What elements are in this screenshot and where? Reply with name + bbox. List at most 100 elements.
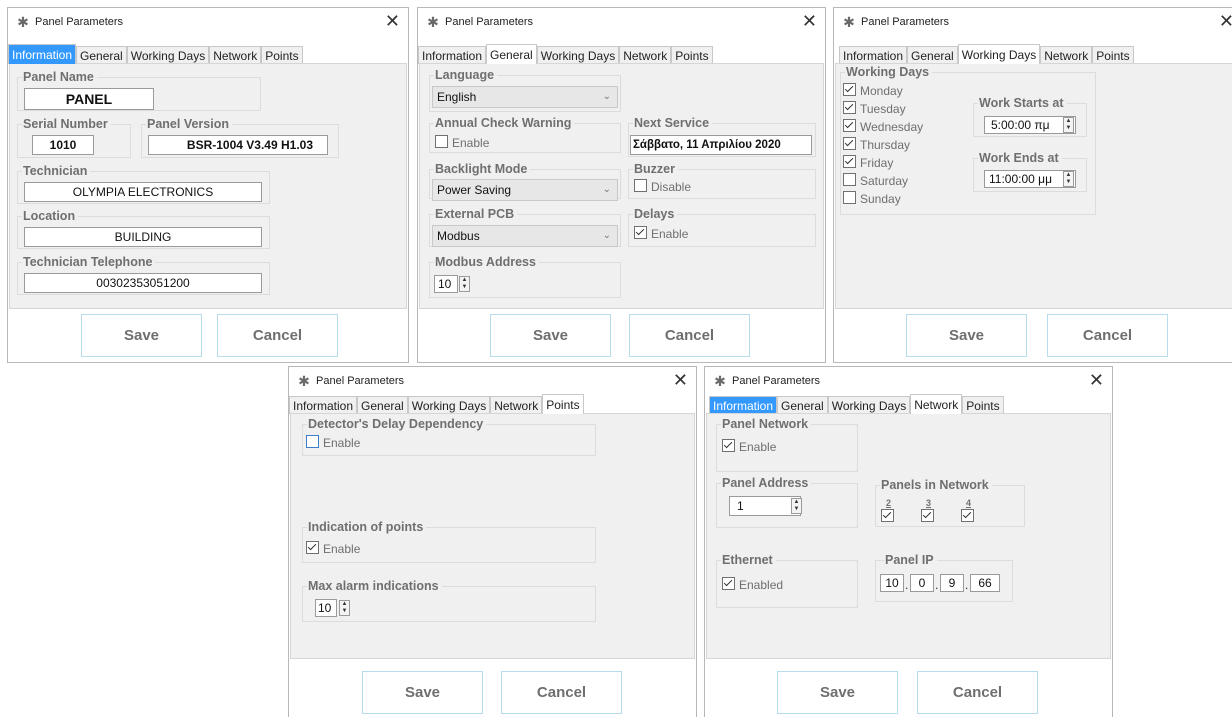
tab-points[interactable]: Points: [542, 394, 584, 414]
panel-2-checkbox[interactable]: [881, 509, 898, 524]
chevron-down-icon: ⌄: [602, 91, 611, 102]
spinner-arrows-icon[interactable]: ▲ ▼: [339, 600, 350, 616]
tab-general[interactable]: General: [76, 46, 127, 64]
serial-number-group: Serial Number 1010: [17, 117, 131, 158]
tab-working-days[interactable]: Working Days: [827, 396, 911, 414]
detector-delay-checkbox[interactable]: Enable: [306, 435, 360, 450]
tab-information[interactable]: Information: [418, 46, 487, 64]
delays-label: Delays: [633, 207, 678, 221]
panel-number-2: 2: [886, 498, 892, 508]
day-checkbox-monday[interactable]: Monday: [843, 83, 903, 98]
tab-general[interactable]: General: [357, 396, 408, 414]
cancel-button[interactable]: Cancel: [917, 671, 1038, 714]
save-button[interactable]: Save: [777, 671, 898, 714]
spinner-arrows-icon[interactable]: ▲ ▼: [459, 276, 470, 292]
day-checkbox-friday[interactable]: Friday: [843, 155, 893, 170]
panel-number-3: 3: [926, 498, 932, 508]
max-alarm-input[interactable]: 10: [315, 599, 337, 617]
checkbox-box: [843, 191, 856, 204]
close-icon[interactable]: ✕: [1089, 371, 1104, 389]
save-button[interactable]: Save: [490, 314, 611, 357]
spinner-arrows-icon[interactable]: ▲ ▼: [1063, 171, 1074, 187]
tab-points[interactable]: Points: [671, 46, 713, 64]
cancel-button[interactable]: Cancel: [501, 671, 622, 714]
spinner-arrows-icon[interactable]: ▲ ▼: [791, 498, 802, 514]
panel-name-input[interactable]: PANEL: [24, 88, 154, 110]
tab-points[interactable]: Points: [1092, 46, 1134, 64]
panel-ip-label: Panel IP: [884, 553, 937, 567]
technician-input[interactable]: OLYMPIA ELECTRONICS: [24, 182, 262, 202]
tab-general[interactable]: General: [907, 46, 958, 64]
panel-4-checkbox[interactable]: [961, 509, 978, 524]
close-icon[interactable]: ✕: [1219, 12, 1232, 30]
ethernet-checkbox[interactable]: Enabled: [722, 577, 783, 592]
delays-checkbox[interactable]: Enable: [634, 226, 688, 241]
tab-points[interactable]: Points: [261, 46, 303, 64]
tab-network[interactable]: Network: [910, 394, 963, 414]
modbus-address-input[interactable]: 10: [434, 275, 458, 293]
panel-network-label: Panel Network: [721, 417, 812, 431]
checkbox-label: Saturday: [860, 174, 909, 188]
chevron-down-icon: ⌄: [602, 184, 611, 195]
annual-check-label: Annual Check Warning: [434, 116, 575, 130]
tab-bar: Information General Working Days Network…: [8, 44, 303, 64]
panel-network-checkbox[interactable]: Enable: [722, 439, 776, 454]
work-starts-label: Work Starts at: [978, 96, 1067, 110]
save-button[interactable]: Save: [906, 314, 1027, 357]
tab-information[interactable]: Information: [8, 44, 77, 64]
checkbox-box: [634, 226, 647, 239]
tab-network[interactable]: Network: [619, 46, 672, 64]
tab-panel: Panel Network Enable Panel Address 1 ▲ ▼ …: [706, 413, 1111, 659]
day-checkbox-sunday[interactable]: Sunday: [843, 191, 901, 206]
ip-octet-4[interactable]: 66: [970, 574, 1000, 592]
ip-octet-3[interactable]: 9: [940, 574, 964, 592]
tab-working-days[interactable]: Working Days: [957, 44, 1041, 64]
external-pcb-label: External PCB: [434, 207, 518, 221]
tab-working-days[interactable]: Working Days: [536, 46, 620, 64]
checkbox-label: Tuesday: [860, 102, 906, 116]
tab-general[interactable]: General: [486, 44, 537, 64]
tab-network[interactable]: Network: [1040, 46, 1093, 64]
ip-octet-2[interactable]: 0: [910, 574, 934, 592]
work-starts-group: Work Starts at 5:00:00 πμ ▲ ▼: [973, 96, 1087, 137]
tab-information[interactable]: Information: [839, 46, 908, 64]
technician-telephone-input[interactable]: 00302353051200: [24, 273, 262, 293]
tab-working-days[interactable]: Working Days: [407, 396, 491, 414]
cancel-button[interactable]: Cancel: [217, 314, 338, 357]
tab-network[interactable]: Network: [209, 46, 262, 64]
tab-information[interactable]: Information: [709, 396, 778, 414]
tab-general[interactable]: General: [777, 396, 828, 414]
day-checkbox-wednesday[interactable]: Wednesday: [843, 119, 923, 134]
buzzer-checkbox[interactable]: Disable: [634, 179, 691, 194]
day-checkbox-thursday[interactable]: Thursday: [843, 137, 910, 152]
tab-network[interactable]: Network: [490, 396, 543, 414]
technician-telephone-group: Technician Telephone 00302353051200: [17, 255, 270, 295]
external-pcb-dropdown[interactable]: Modbus ⌄: [432, 225, 618, 247]
indication-of-points-checkbox[interactable]: Enable: [306, 541, 360, 556]
close-icon[interactable]: ✕: [673, 371, 688, 389]
day-checkbox-saturday[interactable]: Saturday: [843, 173, 908, 188]
annual-check-checkbox[interactable]: Enable: [435, 135, 489, 150]
spinner-arrows-icon[interactable]: ▲ ▼: [1063, 117, 1074, 133]
save-button[interactable]: Save: [81, 314, 202, 357]
location-input[interactable]: BUILDING: [24, 227, 262, 247]
window-title: Panel Parameters: [445, 16, 534, 28]
ip-octet-1[interactable]: 10: [880, 574, 904, 592]
checkbox-box: [634, 179, 647, 192]
tab-information[interactable]: Information: [289, 396, 358, 414]
window-general: ✱ Panel Parameters ✕ Information General…: [417, 7, 826, 363]
language-dropdown[interactable]: English ⌄: [432, 86, 618, 108]
backlight-mode-dropdown[interactable]: Power Saving ⌄: [432, 179, 618, 201]
tab-working-days[interactable]: Working Days: [126, 46, 210, 64]
language-value: English: [437, 90, 477, 104]
cancel-button[interactable]: Cancel: [629, 314, 750, 357]
window-points: ✱ Panel Parameters ✕ Information General…: [288, 366, 697, 717]
gear-icon: ✱: [17, 14, 29, 30]
close-icon[interactable]: ✕: [385, 12, 400, 30]
day-checkbox-tuesday[interactable]: Tuesday: [843, 101, 906, 116]
close-icon[interactable]: ✕: [802, 12, 817, 30]
tab-points[interactable]: Points: [962, 396, 1004, 414]
save-button[interactable]: Save: [362, 671, 483, 714]
panel-3-checkbox[interactable]: [921, 509, 938, 524]
cancel-button[interactable]: Cancel: [1047, 314, 1168, 357]
